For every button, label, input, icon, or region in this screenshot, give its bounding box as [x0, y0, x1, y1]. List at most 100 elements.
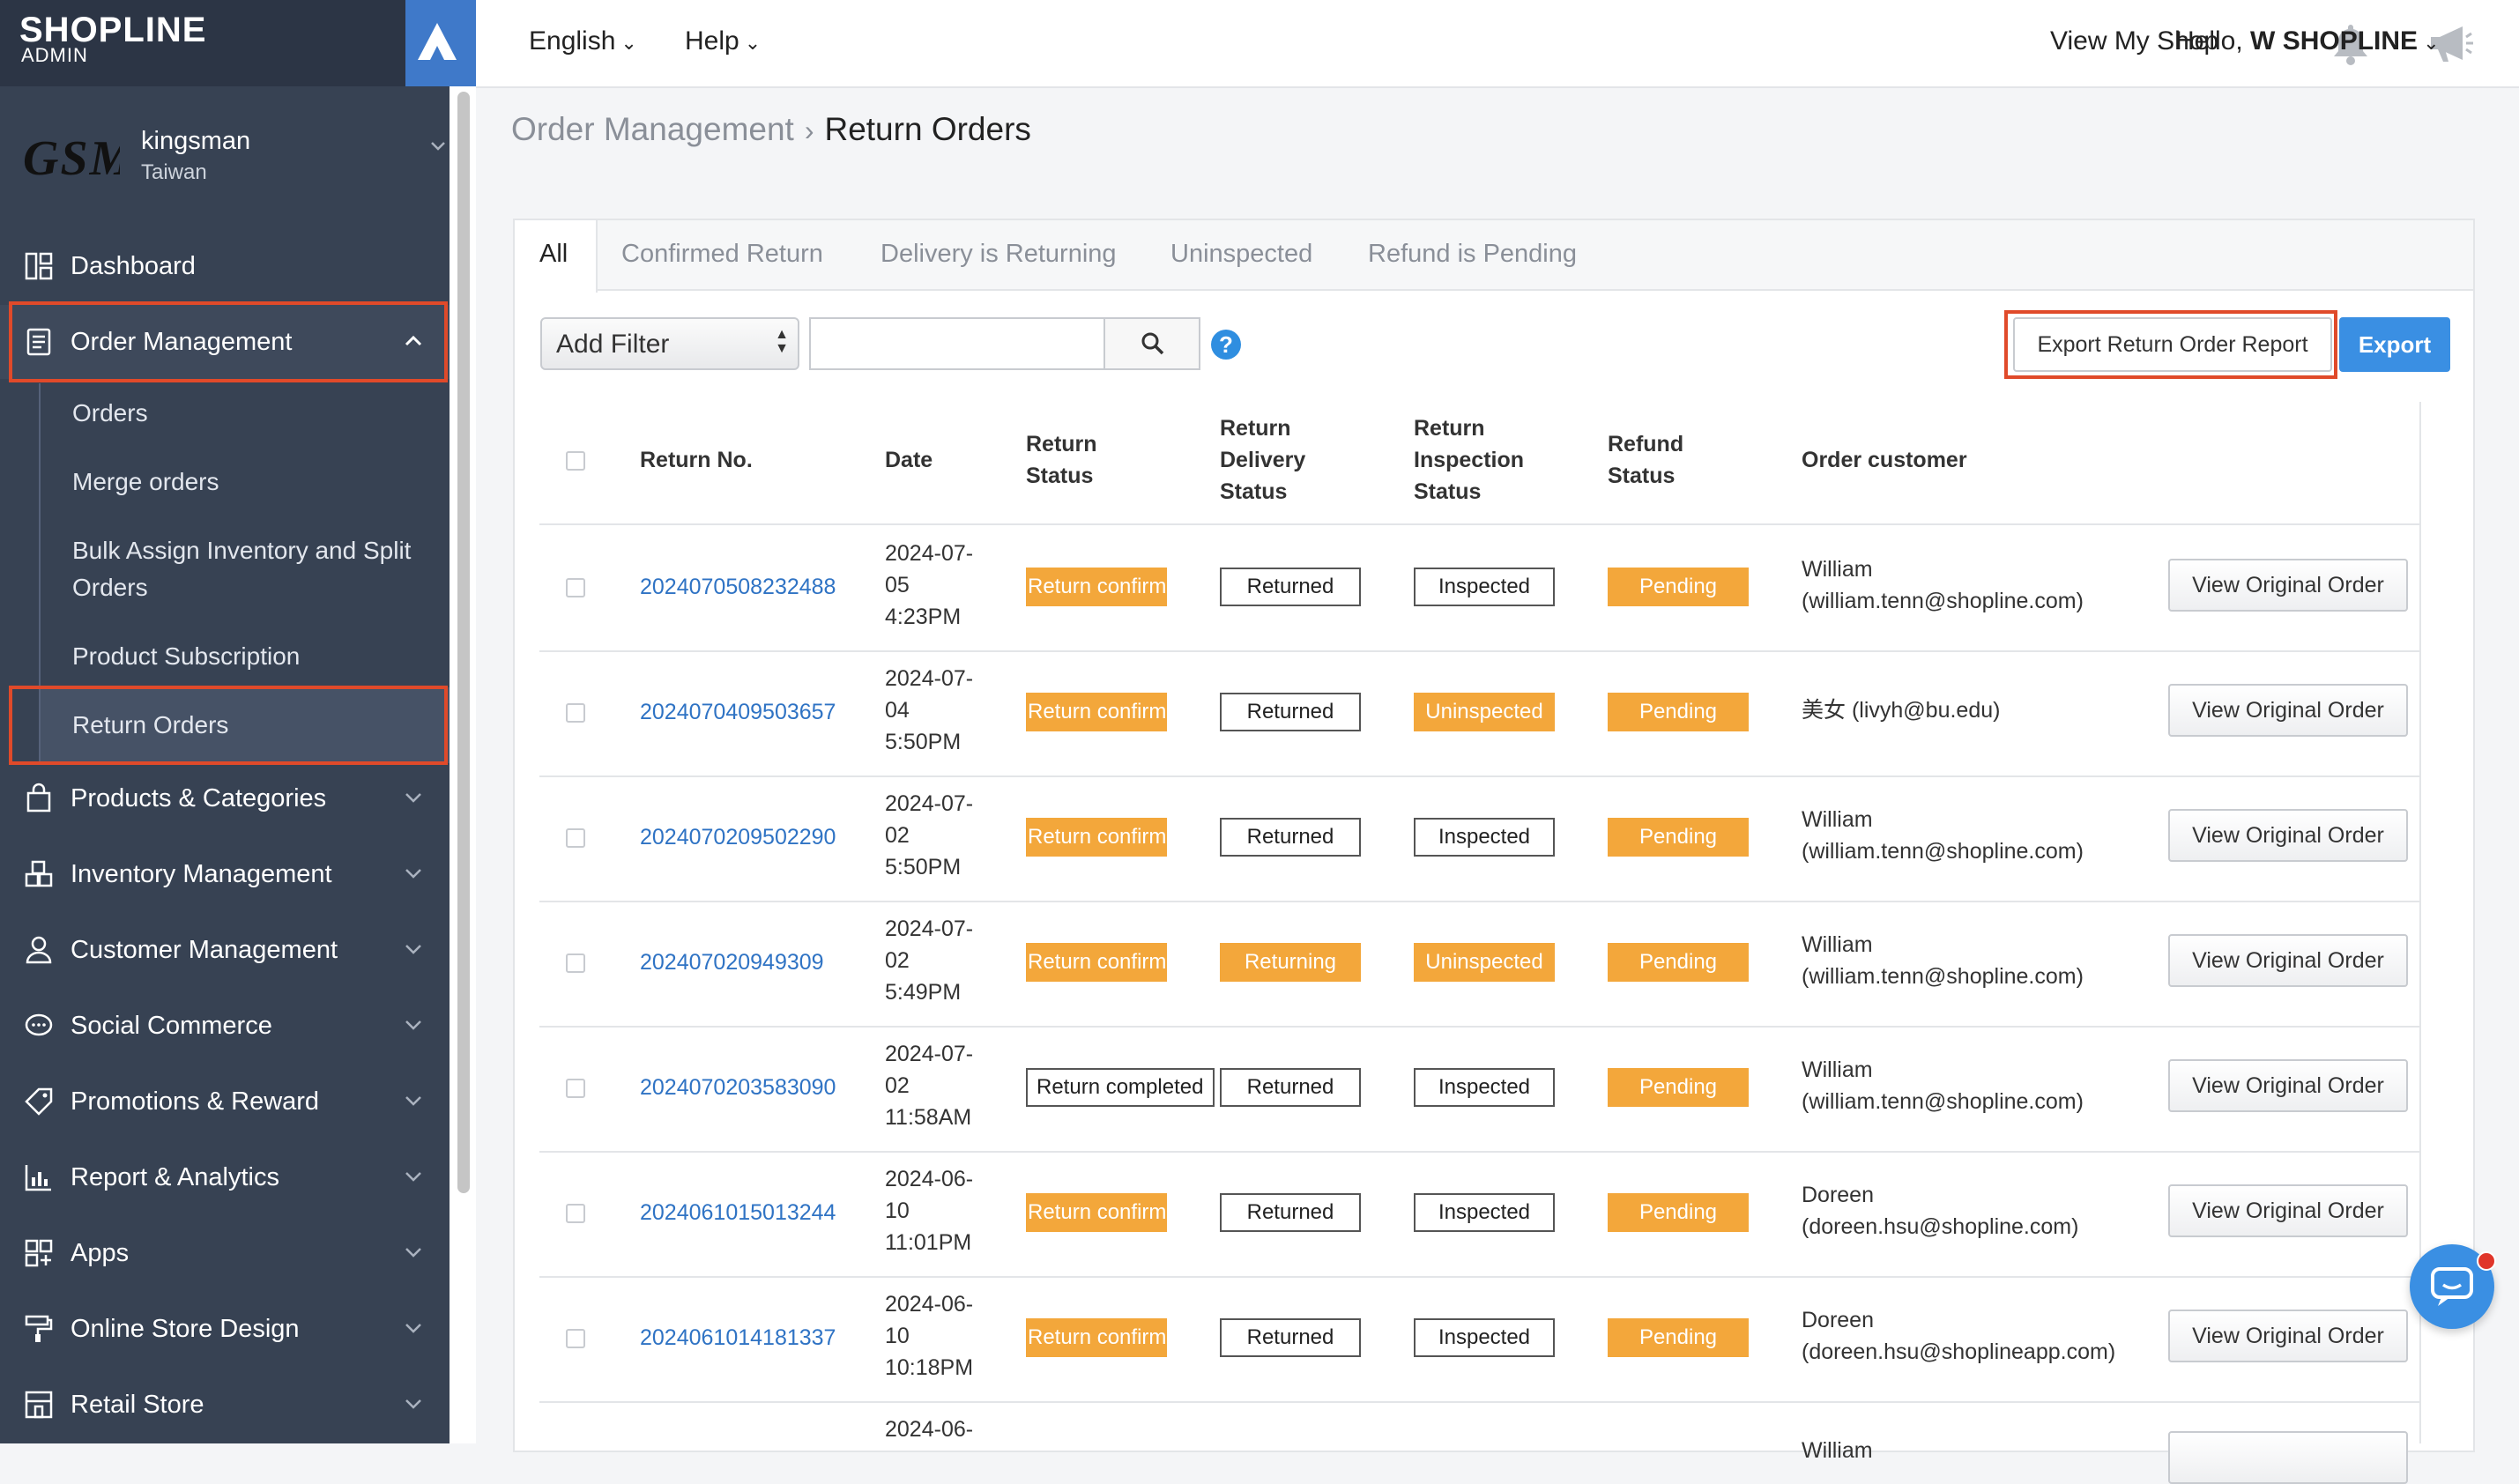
select-all-checkbox[interactable]: [566, 451, 585, 471]
page-title: Return Orders: [824, 111, 1031, 147]
breadcrumb: Order Management › Return Orders: [511, 111, 1031, 148]
header-text: Refund: [1608, 432, 1684, 456]
export-button[interactable]: Export: [2339, 317, 2450, 372]
return-status-badge: Return confirmed: [1026, 943, 1167, 982]
sidebar-item-label: Social Commerce: [71, 1012, 272, 1040]
view-original-order-button[interactable]: View Original Order: [2168, 1059, 2408, 1112]
sidebar-subitem-orders[interactable]: Orders: [41, 395, 450, 434]
sidebar-item-reports[interactable]: Report & Analytics: [0, 1140, 450, 1214]
customer-name: William: [1802, 1057, 1873, 1082]
chevron-down-icon: [405, 869, 421, 879]
delivery-status-badge: Returned: [1220, 693, 1361, 731]
search-input[interactable]: [809, 317, 1105, 370]
view-original-order-button[interactable]: View Original Order: [2168, 559, 2408, 612]
view-original-order-button[interactable]: View Original Order: [2168, 684, 2408, 737]
chevron-down-icon: [431, 142, 445, 151]
sidebar-item-label: Online Store Design: [71, 1315, 300, 1343]
customer-email: (william.tenn@shopline.com): [1802, 964, 2084, 989]
header-date: Date: [885, 448, 933, 472]
header-order-customer: Order customer: [1802, 448, 1967, 472]
row-checkbox[interactable]: [566, 703, 585, 723]
chevron-down-icon: [405, 945, 421, 954]
sidebar-subitem-product-subscription[interactable]: Product Subscription: [41, 638, 450, 677]
return-date: 2024-06- 10 11:01PM: [885, 1163, 991, 1258]
return-number-link[interactable]: 2024061014181337: [640, 1325, 836, 1351]
sidebar-item-online-store-design[interactable]: Online Store Design: [0, 1292, 450, 1366]
return-date: 2024-07- 02 5:49PM: [885, 913, 991, 1008]
chevron-down-icon: [405, 793, 421, 803]
return-number-link[interactable]: 202407020949309: [640, 950, 824, 976]
delivery-status-badge: Returned: [1220, 1068, 1361, 1107]
sidebar-item-retail-store[interactable]: Retail Store: [0, 1368, 450, 1442]
apps-icon: [25, 1239, 53, 1267]
row-checkbox[interactable]: [566, 578, 585, 597]
sidebar-item-social-commerce[interactable]: Social Commerce: [0, 989, 450, 1063]
delivery-status-badge: Returned: [1220, 568, 1361, 606]
sidebar-item-apps[interactable]: Apps: [0, 1216, 450, 1290]
user-name: W SHOPLINE: [2250, 26, 2419, 56]
customer-name: 美女 (livyh@bu.edu): [1802, 698, 2001, 723]
return-number-link[interactable]: 2024070409503657: [640, 700, 836, 725]
help-question-icon[interactable]: ?: [1211, 330, 1241, 360]
tab-confirmed-return[interactable]: Confirmed Return: [621, 240, 823, 269]
refund-status-badge: Pending: [1608, 693, 1749, 731]
row-checkbox[interactable]: [566, 1204, 585, 1223]
sidebar-scrollbar[interactable]: [457, 92, 470, 1193]
sidebar-item-customers[interactable]: Customer Management: [0, 913, 450, 987]
add-filter-select[interactable]: Add Filter ▲ ▼: [540, 317, 799, 370]
sidebar-item-inventory[interactable]: Inventory Management: [0, 837, 450, 911]
time-line: 11:01PM: [885, 1230, 972, 1255]
sidebar-item-label: Apps: [71, 1239, 130, 1267]
row-checkbox[interactable]: [566, 1079, 585, 1098]
sidebar-item-products[interactable]: Products & Categories: [0, 761, 450, 835]
time-line: 5:50PM: [885, 855, 962, 879]
date-line: 02: [885, 823, 910, 848]
brand-header: SHOPLINE ADMIN: [0, 0, 476, 86]
sidebar-item-label: Inventory Management: [71, 860, 332, 888]
chevron-down-icon: [405, 1324, 421, 1333]
return-number-link[interactable]: 2024061015013244: [640, 1200, 836, 1226]
refund-status-badge: Pending: [1608, 1068, 1749, 1107]
tab-delivery-returning[interactable]: Delivery is Returning: [881, 240, 1117, 269]
inspection-status-badge: Inspected: [1414, 1318, 1555, 1357]
date-line: 2024-06-: [885, 1167, 974, 1191]
tab-all[interactable]: All: [539, 240, 568, 269]
return-number-link[interactable]: 2024070209502290: [640, 825, 836, 850]
tag-icon: [25, 1087, 53, 1116]
row-checkbox[interactable]: [566, 953, 585, 973]
order-customer: William (william.tenn@shopline.com): [1802, 804, 2084, 867]
chevron-down-icon: [405, 1248, 421, 1258]
return-number-link[interactable]: 2024070203583090: [640, 1075, 836, 1101]
tab-uninspected[interactable]: Uninspected: [1170, 240, 1312, 269]
date-line: 2024-07-: [885, 791, 974, 816]
breadcrumb-parent[interactable]: Order Management: [511, 111, 794, 147]
row-checkbox[interactable]: [566, 1329, 585, 1348]
order-customer: 美女 (livyh@bu.edu): [1802, 694, 2000, 726]
header-return-no: Return No.: [640, 448, 753, 472]
row-checkbox[interactable]: [566, 828, 585, 848]
sidebar-subitem-merge-orders[interactable]: Merge orders: [41, 464, 450, 502]
view-original-order-button[interactable]: View Original Order: [2168, 1310, 2408, 1362]
header-text: Status: [1608, 464, 1676, 488]
user-menu[interactable]: Hello, W SHOPLINE ⌄: [2175, 26, 2440, 56]
return-number-link[interactable]: 2024070508232488: [640, 575, 836, 600]
sidebar-item-promotions[interactable]: Promotions & Reward: [0, 1065, 450, 1139]
language-label: English: [529, 26, 616, 56]
sidebar-subitem-label: Merge orders: [72, 468, 219, 495]
search-button[interactable]: [1103, 317, 1200, 370]
return-status-badge: Return confirmed: [1026, 1193, 1167, 1232]
return-status-badge: Return completed: [1026, 1068, 1215, 1107]
sidebar-subitem-bulk-assign[interactable]: Bulk Assign Inventory and Split Orders: [41, 532, 450, 608]
view-original-order-button[interactable]: [2168, 1431, 2408, 1484]
tab-refund-pending[interactable]: Refund is Pending: [1368, 240, 1577, 269]
sidebar-item-dashboard[interactable]: Dashboard: [0, 229, 450, 303]
view-original-order-button[interactable]: View Original Order: [2168, 809, 2408, 862]
shop-switcher[interactable]: GSM kingsman Taiwan: [0, 97, 450, 211]
language-dropdown[interactable]: English ⌄: [529, 26, 637, 56]
return-status-badge: Return confirmed: [1026, 693, 1167, 731]
header-return-delivery-status: Return Delivery Status: [1220, 412, 1305, 508]
delivery-status-badge: Returned: [1220, 1318, 1361, 1357]
help-dropdown[interactable]: Help ⌄: [685, 26, 761, 56]
view-original-order-button[interactable]: View Original Order: [2168, 1184, 2408, 1237]
view-original-order-button[interactable]: View Original Order: [2168, 934, 2408, 987]
